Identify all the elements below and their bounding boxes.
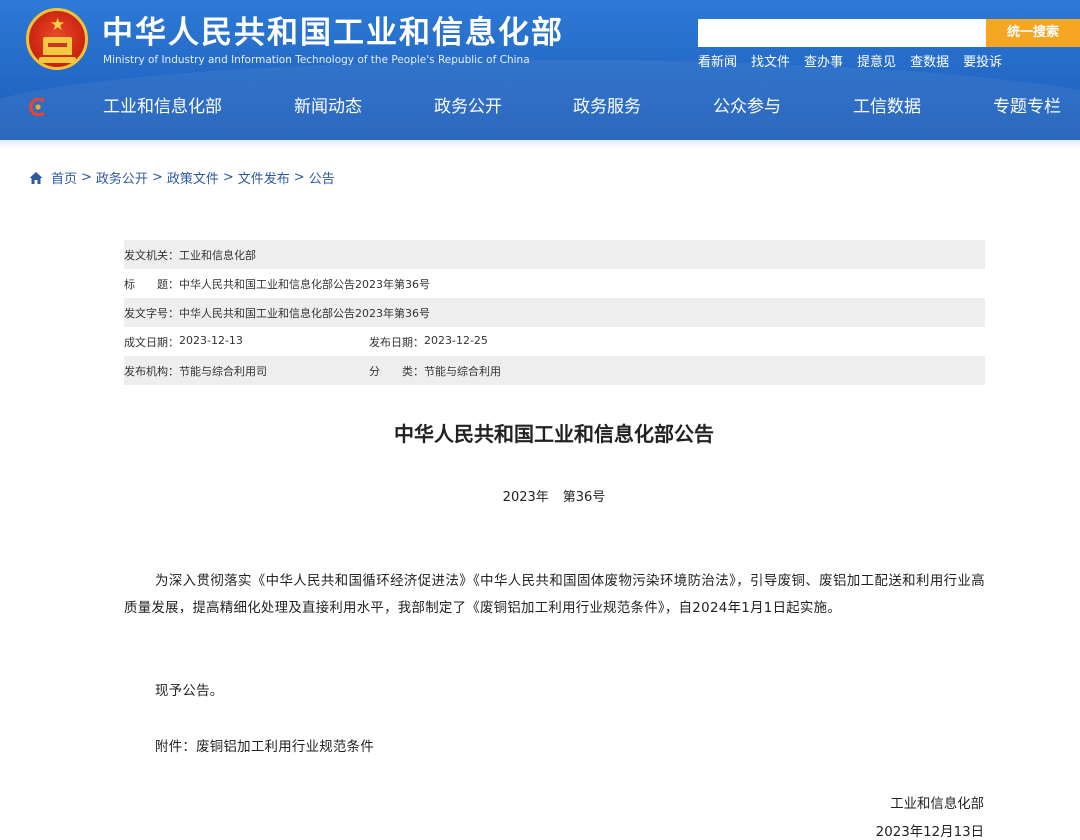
meta-label: 发布日期： (369, 335, 424, 349)
breadcrumb-separator: > (151, 170, 163, 185)
meta-label: 发文字号： (124, 306, 179, 320)
attachment-line: 附件：废铜铝加工利用行业规范条件 (124, 734, 985, 761)
quick-link-news[interactable]: 看新闻 (698, 54, 737, 72)
quick-link-files[interactable]: 找文件 (751, 54, 790, 72)
nav-item-government-affairs[interactable]: 政务公开 (434, 92, 502, 122)
nav-item-special-topics[interactable]: 专题专栏 (993, 92, 1061, 122)
meta-label: 成文日期： (124, 335, 179, 349)
document-paragraph: 现予公告。 (155, 684, 224, 699)
nav-item-ministry[interactable]: 工业和信息化部 (103, 92, 222, 122)
nav-item-data[interactable]: 工信数据 (853, 92, 921, 122)
meta-row-issuer: 发文机关： 工业和信息化部 (124, 240, 985, 269)
document-metadata-table: 发文机关： 工业和信息化部 标 题： 中华人民共和国工业和信息化部公告2023年… (124, 240, 985, 385)
meta-label: 发文机关： (124, 248, 179, 262)
meta-value-doc-number: 中华人民共和国工业和信息化部公告2023年第36号 (179, 306, 430, 320)
meta-row-title: 标 题： 中华人民共和国工业和信息化部公告2023年第36号 (124, 269, 985, 298)
meta-value-org: 节能与综合利用司 (179, 364, 267, 378)
meta-value-title: 中华人民共和国工业和信息化部公告2023年第36号 (179, 277, 430, 291)
breadcrumb-policy-documents[interactable]: 政策文件 (167, 168, 219, 187)
breadcrumb-separator: > (81, 170, 92, 185)
breadcrumb: 首页 > 政务公开 > 政策文件 > 文件发布 > 公告 (28, 168, 335, 187)
national-emblem-logo[interactable]: ★ (26, 8, 88, 70)
meta-label: 分 类： (369, 364, 424, 378)
attachment-link[interactable]: 废铜铝加工利用行业规范条件 (196, 740, 374, 755)
meta-value-written-date: 2023-12-13 (179, 333, 243, 347)
breadcrumb-document-release[interactable]: 文件发布 (238, 168, 290, 187)
quick-link-complaint[interactable]: 要投诉 (963, 54, 1002, 72)
meta-value-category: 节能与综合利用 (424, 364, 501, 378)
quick-link-feedback[interactable]: 提意见 (857, 54, 896, 72)
attachment-label: 附件： (155, 740, 197, 755)
site-title[interactable]: 中华人民共和国工业和信息化部 (102, 14, 564, 52)
meta-label: 标 题： (124, 277, 179, 291)
meta-value-publish-date: 2023-12-25 (424, 333, 488, 347)
nav-item-services[interactable]: 政务服务 (573, 92, 641, 122)
main-nav: 工业和信息化部 新闻动态 政务公开 政务服务 公众参与 工信数据 专题专栏 (0, 92, 1080, 124)
site-subtitle: Ministry of Industry and Information Tec… (103, 54, 530, 66)
signature-date: 2023年12月13日 (875, 825, 984, 840)
nav-item-public-participation[interactable]: 公众参与 (713, 92, 781, 122)
home-icon[interactable] (28, 170, 44, 186)
breadcrumb-home[interactable]: 首页 (51, 168, 77, 187)
breadcrumb-separator: > (222, 170, 234, 185)
meta-value-issuer: 工业和信息化部 (179, 248, 256, 262)
gate-icon (43, 37, 72, 55)
star-icon: ★ (50, 15, 66, 35)
breadcrumb-government-affairs[interactable]: 政务公开 (96, 168, 148, 187)
quick-link-services[interactable]: 查办事 (804, 54, 843, 72)
document-number: 2023年 第36号 (0, 486, 1080, 505)
document-issue: 第36号 (562, 490, 606, 505)
meta-row-org: 发布机构： 节能与综合利用司 分 类： 节能与综合利用 (124, 356, 985, 385)
signature-issuer: 工业和信息化部 (890, 797, 984, 812)
document-year: 2023年 (502, 490, 549, 505)
site-header: ★ 中华人民共和国工业和信息化部 Ministry of Industry an… (0, 0, 1080, 140)
search-button[interactable]: 统一搜索 (986, 19, 1080, 47)
document-paragraph: 为深入贯彻落实《中华人民共和国循环经济促进法》《中华人民共和国固体废物污染环境防… (124, 574, 985, 616)
emblem-base (39, 57, 76, 63)
quick-links: 看新闻 找文件 查办事 提意见 查数据 要投诉 (698, 54, 1002, 72)
breadcrumb-announcement[interactable]: 公告 (309, 168, 335, 187)
header-divider (0, 140, 1080, 148)
meta-label: 发布机构： (124, 364, 179, 378)
document-title: 中华人民共和国工业和信息化部公告 (394, 422, 714, 446)
search-input[interactable] (698, 19, 986, 47)
meta-row-doc-number: 发文字号： 中华人民共和国工业和信息化部公告2023年第36号 (124, 298, 985, 327)
nav-item-news[interactable]: 新闻动态 (294, 92, 362, 122)
breadcrumb-separator: > (293, 170, 305, 185)
meta-row-dates: 成文日期： 2023-12-13 发布日期： 2023-12-25 (124, 327, 985, 356)
quick-link-data[interactable]: 查数据 (910, 54, 949, 72)
